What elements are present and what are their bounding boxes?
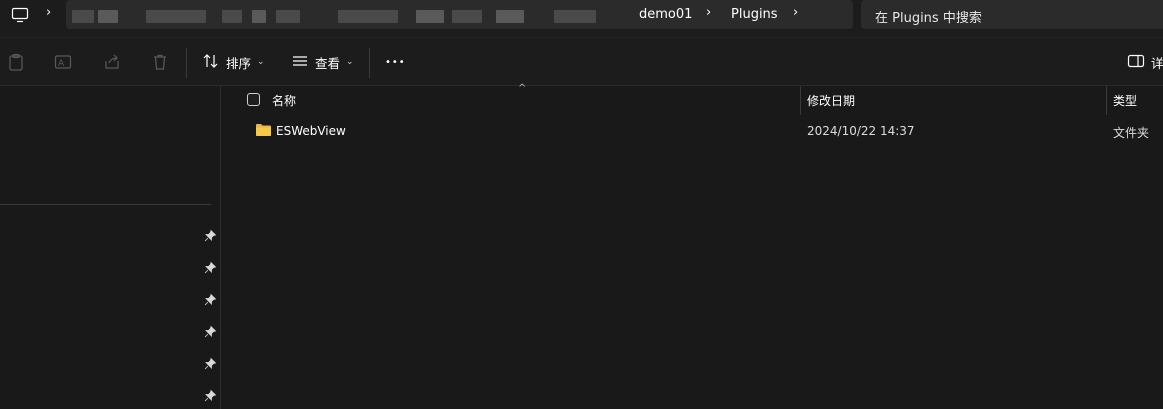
file-type: 文件夹: [1113, 126, 1150, 140]
column-date-label: 修改日期: [807, 94, 856, 108]
address-bar[interactable]: demo01 › Plugins ›: [66, 0, 853, 29]
redacted-path-segment: [554, 10, 596, 23]
redacted-path-segment: [496, 10, 524, 23]
toolbar-separator: [186, 48, 187, 78]
pin-icon[interactable]: [203, 261, 217, 275]
delete-icon[interactable]: [150, 52, 170, 72]
redacted-path-segment: [252, 10, 266, 23]
address-row: › demo01 › Plugins › 在 Plugins 中搜索: [0, 0, 1163, 38]
redacted-path-segment: [222, 10, 242, 23]
computer-icon[interactable]: [11, 7, 29, 26]
breadcrumb-demo01[interactable]: demo01: [639, 7, 692, 22]
details-pane-icon: [1127, 54, 1145, 71]
sort-ascending-icon: ^: [518, 83, 527, 94]
file-date: 2024/10/22 14:37: [807, 124, 915, 138]
view-icon: [291, 54, 309, 71]
svg-text:A: A: [58, 59, 65, 69]
pin-icon[interactable]: [203, 389, 217, 403]
details-pane-button[interactable]: 详: [1127, 52, 1163, 72]
column-separator[interactable]: [800, 86, 801, 115]
sort-button[interactable]: 排序 ⌄: [202, 52, 265, 72]
rename-icon[interactable]: A: [53, 52, 73, 72]
file-name: ESWebView: [276, 124, 346, 138]
command-bar: A 排序 ⌄ 查看 ⌄ ••• 详: [0, 38, 1163, 86]
view-label: 查看: [315, 55, 341, 71]
sort-label: 排序: [226, 55, 252, 71]
toolbar-separator: [369, 48, 370, 78]
sort-icon: [202, 53, 220, 72]
view-button[interactable]: 查看 ⌄: [291, 52, 354, 72]
column-header-type[interactable]: 类型: [1113, 86, 1137, 115]
redacted-path-segment: [146, 10, 206, 23]
redacted-path-segment: [338, 10, 398, 23]
redacted-path-segment: [452, 10, 482, 23]
column-type-label: 类型: [1113, 94, 1138, 108]
redacted-path-segment: [416, 10, 444, 23]
folder-icon: [255, 123, 272, 140]
select-all-checkbox[interactable]: [247, 93, 260, 106]
more-icon: •••: [385, 56, 406, 68]
chevron-down-icon: ⌄: [346, 57, 354, 67]
column-header-name[interactable]: 名称: [272, 86, 296, 115]
navigation-pane: [0, 86, 221, 409]
column-name-label: 名称: [272, 94, 297, 108]
column-separator[interactable]: [1106, 86, 1107, 115]
share-icon[interactable]: [102, 52, 122, 72]
more-options-button[interactable]: •••: [385, 52, 406, 72]
redacted-path-segment: [98, 10, 118, 23]
chevron-right-icon[interactable]: ›: [706, 5, 711, 20]
file-list: ^ 名称 修改日期 类型 ESWebView 2024/10/22 14:37 …: [222, 83, 1163, 409]
breadcrumb-plugins[interactable]: Plugins: [731, 7, 778, 22]
pin-icon[interactable]: [203, 357, 217, 371]
chevron-right-icon[interactable]: ›: [46, 5, 51, 20]
redacted-path-segment: [72, 10, 94, 23]
pin-icon[interactable]: [203, 229, 217, 243]
column-header-date[interactable]: 修改日期: [807, 86, 855, 115]
search-placeholder: 在 Plugins 中搜索: [875, 11, 982, 26]
details-label: 详: [1151, 55, 1163, 71]
chevron-down-icon: ⌄: [257, 57, 265, 67]
search-input[interactable]: 在 Plugins 中搜索: [861, 0, 1163, 29]
nav-divider: [0, 204, 211, 205]
paste-icon[interactable]: [6, 52, 26, 72]
table-row[interactable]: ESWebView 2024/10/22 14:37 文件夹: [222, 118, 1163, 144]
pin-icon[interactable]: [203, 325, 217, 339]
pin-icon[interactable]: [203, 293, 217, 307]
redacted-path-segment: [276, 10, 300, 23]
chevron-right-icon[interactable]: ›: [793, 5, 798, 20]
